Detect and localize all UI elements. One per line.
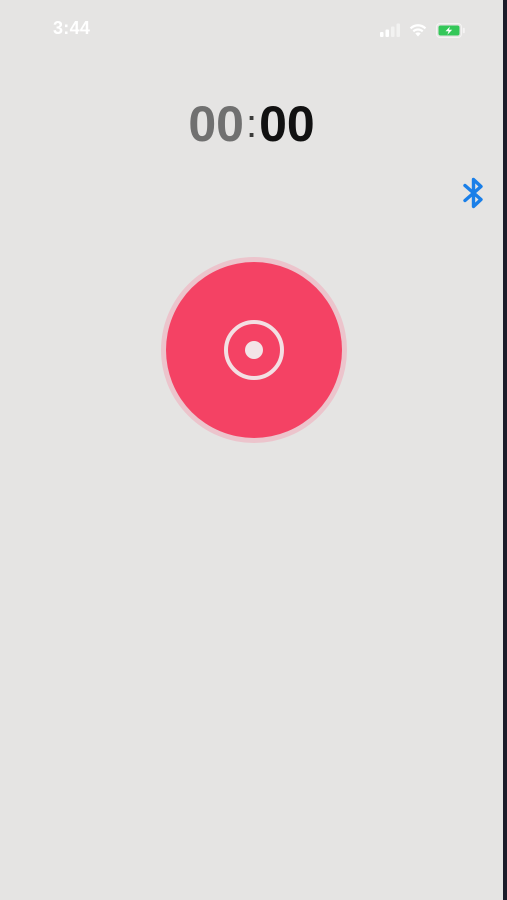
wifi-icon (409, 23, 427, 37)
timer-seconds: 00 (259, 96, 315, 152)
record-button-face (166, 262, 342, 438)
bluetooth-button[interactable] (460, 175, 488, 211)
record-dot (245, 341, 263, 359)
recording-timer: 00:00 (0, 96, 503, 156)
record-icon (224, 320, 284, 380)
bluetooth-icon (460, 177, 488, 215)
battery-charging-icon (436, 22, 466, 38)
timer-separator: : (245, 102, 258, 146)
timer-minutes: 00 (188, 96, 244, 152)
signal-icon (380, 23, 400, 37)
status-bar: 3:44 (0, 0, 503, 60)
status-time: 3:44 (53, 18, 91, 38)
status-icons (380, 20, 466, 40)
app-screen: 3:44 00:00 (0, 0, 503, 900)
record-button[interactable] (161, 257, 347, 443)
